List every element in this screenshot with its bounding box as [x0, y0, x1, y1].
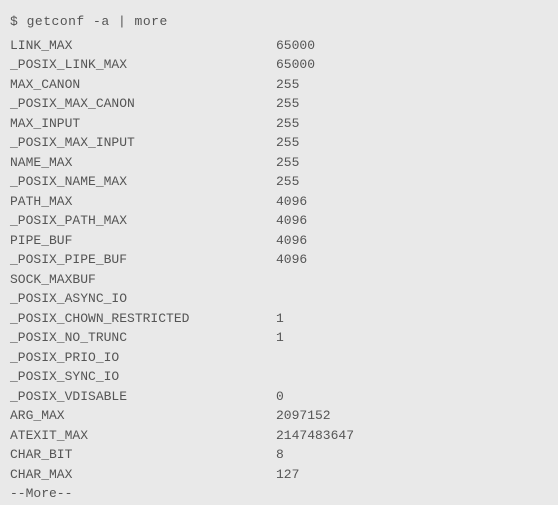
variable-value: 8 [276, 445, 548, 465]
getconf-row: _POSIX_VDISABLE0 [10, 387, 548, 407]
getconf-row: PIPE_BUF4096 [10, 231, 548, 251]
variable-name: MAX_CANON [10, 75, 276, 95]
getconf-row: CHAR_MAX127 [10, 465, 548, 485]
variable-name: MAX_INPUT [10, 114, 276, 134]
variable-value: 4096 [276, 192, 548, 212]
variable-value: 255 [276, 153, 548, 173]
variable-value: 4096 [276, 211, 548, 231]
variable-name: _POSIX_PIPE_BUF [10, 250, 276, 270]
variable-value: 255 [276, 75, 548, 95]
variable-name: _POSIX_NAME_MAX [10, 172, 276, 192]
variable-value: 4096 [276, 250, 548, 270]
variable-value: 65000 [276, 55, 548, 75]
getconf-row: MAX_CANON255 [10, 75, 548, 95]
variable-name: CHAR_MAX [10, 465, 276, 485]
variable-name: _POSIX_VDISABLE [10, 387, 276, 407]
variable-name: _POSIX_PRIO_IO [10, 348, 276, 368]
getconf-row: _POSIX_PATH_MAX4096 [10, 211, 548, 231]
getconf-row: PATH_MAX4096 [10, 192, 548, 212]
variable-value: 255 [276, 133, 548, 153]
variable-value: 255 [276, 172, 548, 192]
variable-value: 255 [276, 114, 548, 134]
variable-name: SOCK_MAXBUF [10, 270, 276, 290]
variable-name: _POSIX_NO_TRUNC [10, 328, 276, 348]
getconf-row: _POSIX_PIPE_BUF4096 [10, 250, 548, 270]
variable-name: _POSIX_CHOWN_RESTRICTED [10, 309, 276, 329]
variable-name: _POSIX_MAX_CANON [10, 94, 276, 114]
terminal-output: $ getconf -a | more LINK_MAX65000_POSIX_… [10, 12, 548, 504]
variable-name: _POSIX_ASYNC_IO [10, 289, 276, 309]
variable-name: CHAR_BIT [10, 445, 276, 465]
variable-value: 2147483647 [276, 426, 548, 446]
getconf-row: _POSIX_ASYNC_IO [10, 289, 548, 309]
variable-name: _POSIX_MAX_INPUT [10, 133, 276, 153]
variable-value: 1 [276, 328, 548, 348]
variable-value: 0 [276, 387, 548, 407]
variable-name: PIPE_BUF [10, 231, 276, 251]
variable-value: 1 [276, 309, 548, 329]
getconf-row: ARG_MAX2097152 [10, 406, 548, 426]
getconf-row: SOCK_MAXBUF [10, 270, 548, 290]
variable-value: 4096 [276, 231, 548, 251]
variable-name: ATEXIT_MAX [10, 426, 276, 446]
variable-value: 65000 [276, 36, 548, 56]
getconf-row: CHAR_BIT8 [10, 445, 548, 465]
variable-name: LINK_MAX [10, 36, 276, 56]
variable-name: PATH_MAX [10, 192, 276, 212]
variable-name: ARG_MAX [10, 406, 276, 426]
variable-value: 2097152 [276, 406, 548, 426]
getconf-row: LINK_MAX65000 [10, 36, 548, 56]
getconf-row: _POSIX_PRIO_IO [10, 348, 548, 368]
command-text: getconf -a | more [27, 14, 168, 29]
shell-prompt: $ [10, 14, 18, 29]
variable-value: 255 [276, 94, 548, 114]
pager-more-prompt[interactable]: --More-- [10, 484, 548, 504]
getconf-rows: LINK_MAX65000_POSIX_LINK_MAX65000MAX_CAN… [10, 36, 548, 485]
getconf-row: _POSIX_SYNC_IO [10, 367, 548, 387]
getconf-row: _POSIX_MAX_INPUT255 [10, 133, 548, 153]
getconf-row: _POSIX_MAX_CANON255 [10, 94, 548, 114]
getconf-row: _POSIX_NO_TRUNC1 [10, 328, 548, 348]
getconf-row: _POSIX_CHOWN_RESTRICTED1 [10, 309, 548, 329]
getconf-row: NAME_MAX255 [10, 153, 548, 173]
variable-name: _POSIX_LINK_MAX [10, 55, 276, 75]
variable-name: _POSIX_PATH_MAX [10, 211, 276, 231]
variable-value: 127 [276, 465, 548, 485]
getconf-row: ATEXIT_MAX2147483647 [10, 426, 548, 446]
command-line: $ getconf -a | more [10, 12, 548, 32]
getconf-row: _POSIX_LINK_MAX65000 [10, 55, 548, 75]
getconf-row: _POSIX_NAME_MAX255 [10, 172, 548, 192]
variable-name: NAME_MAX [10, 153, 276, 173]
variable-name: _POSIX_SYNC_IO [10, 367, 276, 387]
getconf-row: MAX_INPUT255 [10, 114, 548, 134]
